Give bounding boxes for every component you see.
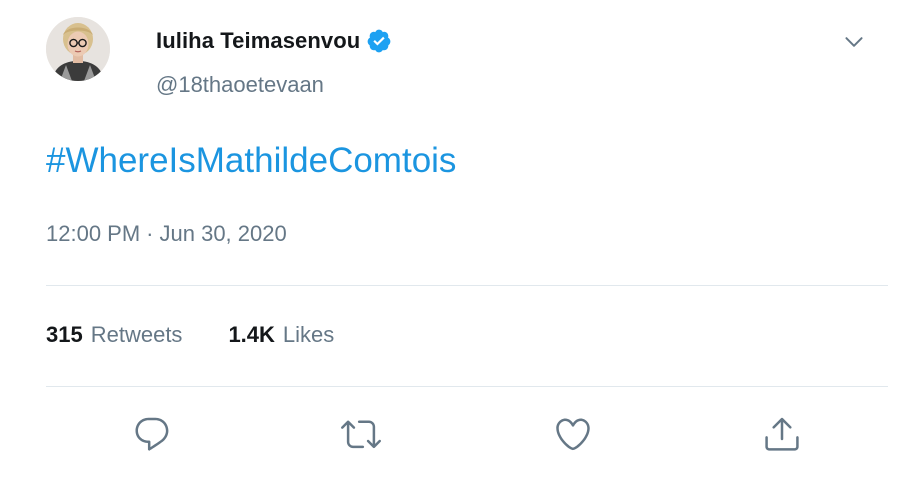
verified-badge-icon bbox=[366, 28, 392, 54]
avatar[interactable] bbox=[46, 17, 110, 81]
retweet-icon bbox=[341, 420, 381, 449]
chevron-down-icon bbox=[845, 37, 863, 47]
meta-separator: · bbox=[146, 221, 154, 246]
profile-photo bbox=[46, 17, 110, 81]
retweets-count: 315 bbox=[46, 322, 83, 347]
tweet-text: #WhereIsMathildeComtois bbox=[46, 139, 456, 183]
author-handle[interactable]: @18thaoetevaan bbox=[156, 72, 324, 98]
likes-label: Likes bbox=[282, 322, 335, 347]
retweet-button[interactable] bbox=[337, 410, 385, 458]
reply-button[interactable] bbox=[128, 410, 176, 458]
author-name-row[interactable]: Iuliha Teimasenvou bbox=[156, 28, 392, 54]
likes-stat[interactable]: 1.4K Likes bbox=[228, 322, 334, 348]
tweet-stats: 315 Retweets 1.4K Likes bbox=[46, 322, 334, 348]
display-name[interactable]: Iuliha Teimasenvou bbox=[156, 28, 360, 54]
tweet-timestamp: 12:00 PM · Jun 30, 2020 bbox=[46, 221, 287, 247]
retweets-stat[interactable]: 315 Retweets bbox=[46, 322, 182, 348]
hashtag-link[interactable]: #WhereIsMathildeComtois bbox=[46, 141, 456, 180]
divider bbox=[46, 285, 888, 286]
share-button[interactable] bbox=[758, 410, 806, 458]
tweet-time[interactable]: 12:00 PM bbox=[46, 221, 140, 247]
share-icon bbox=[765, 417, 799, 451]
like-button[interactable] bbox=[549, 410, 597, 458]
divider bbox=[46, 386, 888, 387]
tweet-date[interactable]: Jun 30, 2020 bbox=[160, 221, 287, 247]
retweets-label: Retweets bbox=[90, 322, 183, 347]
likes-count: 1.4K bbox=[228, 322, 275, 347]
tweet-card: Iuliha Teimasenvou @18thaoetevaan #Where… bbox=[0, 0, 901, 480]
reply-icon bbox=[135, 417, 169, 451]
heart-icon bbox=[556, 418, 590, 451]
tweet-menu-button[interactable] bbox=[836, 26, 872, 58]
